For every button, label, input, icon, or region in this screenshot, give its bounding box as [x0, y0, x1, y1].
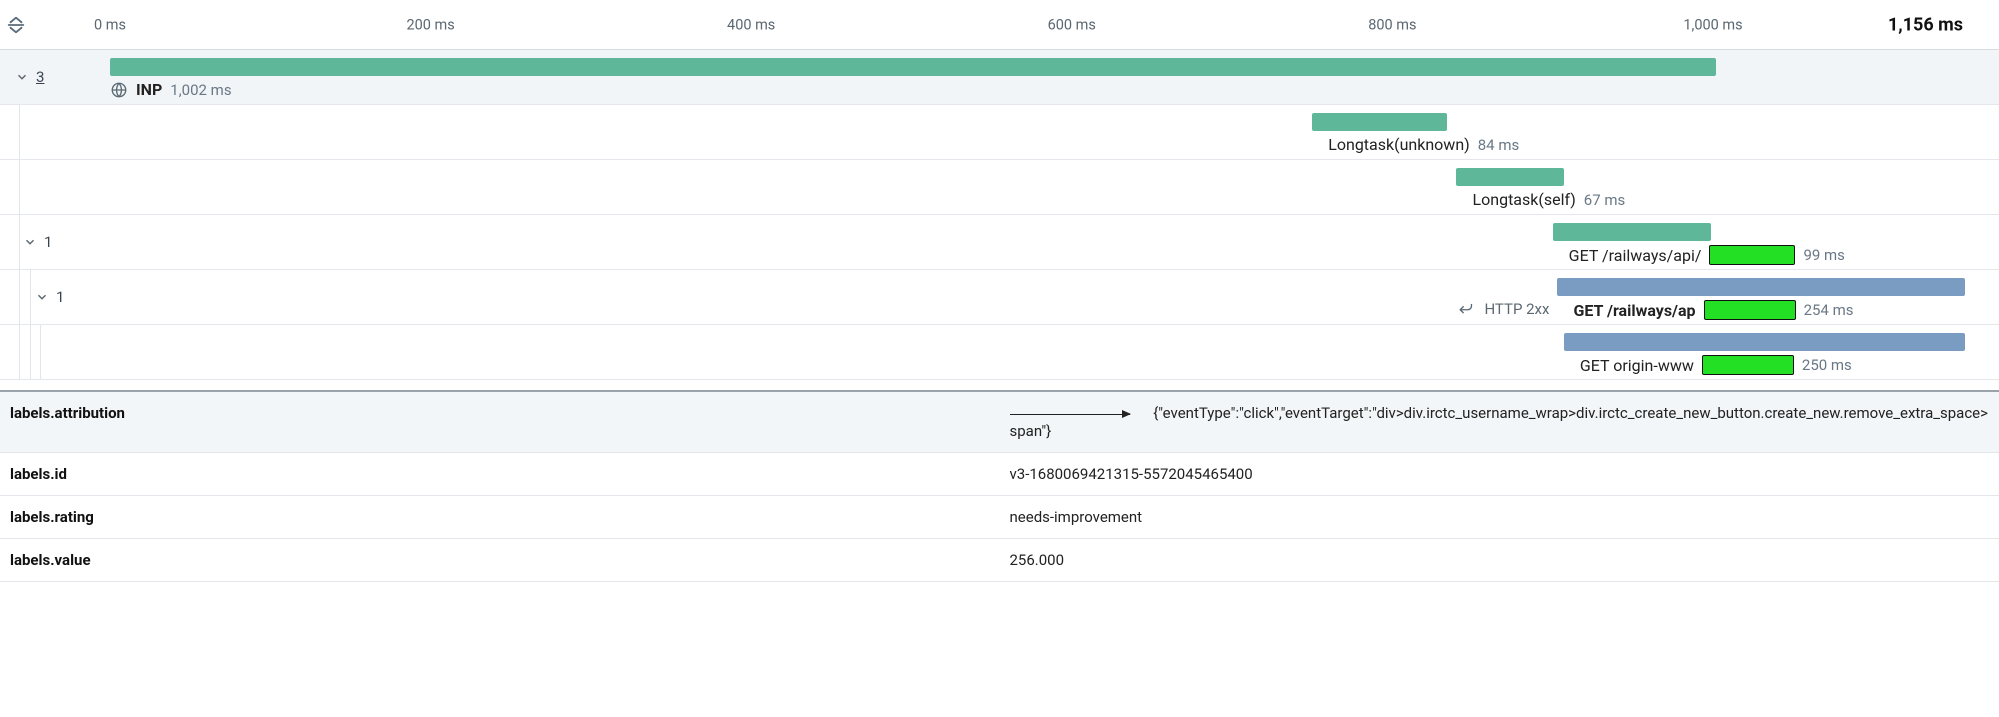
details-table: labels.attribution {"eventType":"click",…	[0, 392, 1999, 582]
span-label: INP 1,002 ms	[110, 80, 232, 99]
span-bar[interactable]	[1312, 113, 1447, 131]
chevron-down-icon[interactable]	[22, 234, 38, 250]
span-duration: 254 ms	[1804, 301, 1854, 319]
span-row-longtask-self[interactable]: Longtask(self) 67 ms	[0, 160, 1999, 215]
span-bar[interactable]	[1456, 168, 1563, 186]
span-label: GET /railways/api/ 99 ms	[1569, 245, 1845, 265]
span-duration: 1,002 ms	[170, 81, 231, 99]
table-row: labels.value 256.000	[0, 539, 1999, 582]
span-label: HTTP 2xx	[1458, 300, 1557, 318]
timeline-ruler: 0 ms 200 ms 400 ms 600 ms 800 ms 1,000 ms 1,15…	[0, 0, 1999, 50]
span-label: Longtask(unknown) 84 ms	[1328, 135, 1519, 154]
span-row-get-api[interactable]: 1 GET /railways/api/ 99 ms	[0, 215, 1999, 270]
ruler-tick: 1,000 ms	[1683, 16, 1742, 33]
span-name: GET /railways/api/	[1569, 246, 1702, 265]
detail-value: v3-1680069421315-5572045465400	[1000, 453, 1999, 496]
arrow-right-icon	[1010, 414, 1130, 415]
waterfall: 3 INP 1,002 ms Longtask(unknown) 84 ms	[0, 50, 1999, 380]
span-bar[interactable]	[1557, 278, 1964, 296]
detail-value: needs-improvement	[1000, 496, 1999, 539]
span-row-http-get[interactable]: 1 HTTP 2xx GET /railways/ap 254 ms	[0, 270, 1999, 325]
detail-key: labels.rating	[0, 496, 1000, 539]
chevron-down-icon[interactable]	[34, 289, 50, 305]
span-duration: 99 ms	[1803, 246, 1844, 264]
ruler-tick: 800 ms	[1368, 16, 1416, 33]
span-name: Longtask(self)	[1473, 190, 1576, 209]
ruler-tick: 200 ms	[406, 16, 454, 33]
collapse-all-toggle[interactable]	[0, 14, 32, 36]
span-label: GET /railways/ap 254 ms	[1573, 300, 1853, 320]
redacted-icon	[1709, 245, 1795, 265]
span-duration: 84 ms	[1478, 136, 1519, 154]
span-bar[interactable]	[1564, 333, 1965, 351]
detail-key: labels.attribution	[0, 392, 1000, 453]
globe-icon	[110, 81, 128, 99]
ruler-tick: 1,156 ms	[1888, 14, 1963, 35]
span-name: GET /railways/ap	[1573, 301, 1695, 320]
table-row: labels.rating needs-improvement	[0, 496, 1999, 539]
span-bar[interactable]	[110, 58, 1716, 76]
redacted-icon	[1704, 300, 1796, 320]
detail-key: labels.value	[0, 539, 1000, 582]
panel-separator	[0, 380, 1999, 392]
span-row-origin[interactable]: GET origin-www 250 ms	[0, 325, 1999, 380]
ruler-tick: 0 ms	[94, 16, 126, 33]
span-label: Longtask(self) 67 ms	[1473, 190, 1626, 209]
detail-value: {"eventType":"click","eventTarget":"div>…	[1010, 404, 1988, 440]
redacted-icon	[1702, 355, 1794, 375]
span-name: GET origin-www	[1580, 356, 1694, 375]
child-count[interactable]: 1	[44, 233, 52, 251]
http-status: HTTP 2xx	[1484, 300, 1549, 318]
table-row: labels.id v3-1680069421315-5572045465400	[0, 453, 1999, 496]
http-arrow-icon	[1458, 300, 1476, 318]
span-label: GET origin-www 250 ms	[1580, 355, 1852, 375]
span-bar[interactable]	[1553, 223, 1712, 241]
table-row: labels.attribution {"eventType":"click",…	[0, 392, 1999, 453]
child-count[interactable]: 1	[56, 288, 64, 306]
detail-value: 256.000	[1000, 539, 1999, 582]
ruler-tick: 400 ms	[727, 16, 775, 33]
child-count[interactable]: 3	[36, 68, 44, 86]
span-row-inp[interactable]: 3 INP 1,002 ms	[0, 50, 1999, 105]
span-name: INP	[136, 80, 162, 99]
detail-key: labels.id	[0, 453, 1000, 496]
span-duration: 250 ms	[1802, 356, 1852, 374]
chevron-down-icon[interactable]	[14, 69, 30, 85]
span-name: Longtask(unknown)	[1328, 135, 1470, 154]
ruler-tick: 600 ms	[1048, 16, 1096, 33]
span-row-longtask-unknown[interactable]: Longtask(unknown) 84 ms	[0, 105, 1999, 160]
span-duration: 67 ms	[1584, 191, 1625, 209]
